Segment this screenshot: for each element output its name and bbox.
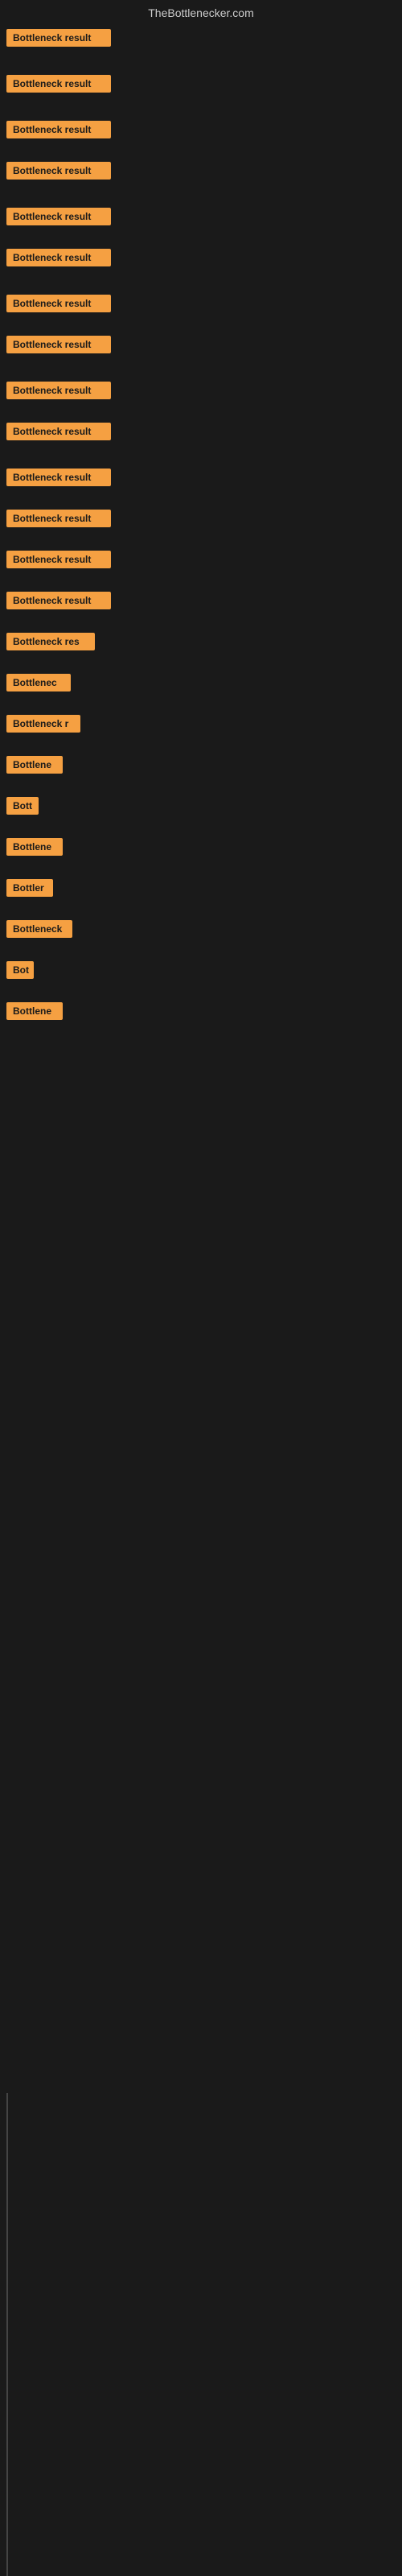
bottleneck-badge-17[interactable]: Bottleneck r <box>6 715 80 733</box>
list-item[interactable]: Bott <box>3 797 399 819</box>
results-list: Bottleneck result Bottleneck result Bott… <box>0 29 402 1024</box>
list-item[interactable]: Bottlene <box>3 756 399 778</box>
list-item[interactable]: Bottleneck result <box>3 423 399 444</box>
list-item[interactable]: Bottleneck result <box>3 469 399 490</box>
empty-space <box>0 1030 402 1352</box>
bottleneck-badge-10[interactable]: Bottleneck result <box>6 423 111 440</box>
bottleneck-badge-5[interactable]: Bottleneck result <box>6 208 111 225</box>
list-item[interactable]: Bottleneck result <box>3 249 399 270</box>
bottleneck-badge-13[interactable]: Bottleneck result <box>6 551 111 568</box>
bottleneck-badge-3[interactable]: Bottleneck result <box>6 121 111 138</box>
bottleneck-badge-7[interactable]: Bottleneck result <box>6 295 111 312</box>
bottleneck-badge-1[interactable]: Bottleneck result <box>6 29 111 47</box>
list-item[interactable]: Bottleneck result <box>3 336 399 357</box>
bottleneck-badge-23[interactable]: Bot <box>6 961 34 979</box>
bottleneck-badge-21[interactable]: Bottler <box>6 879 53 897</box>
vertical-line-decoration <box>6 2093 8 2576</box>
bottleneck-badge-16[interactable]: Bottlenec <box>6 674 71 691</box>
bottleneck-badge-12[interactable]: Bottleneck result <box>6 510 111 527</box>
list-item[interactable]: Bottleneck <box>3 920 399 942</box>
list-item[interactable]: Bottleneck result <box>3 295 399 316</box>
bottleneck-badge-2[interactable]: Bottleneck result <box>6 75 111 93</box>
bottleneck-badge-19[interactable]: Bott <box>6 797 39 815</box>
list-item[interactable]: Bottleneck result <box>3 551 399 572</box>
bottleneck-badge-15[interactable]: Bottleneck res <box>6 633 95 650</box>
list-item[interactable]: Bottleneck result <box>3 382 399 403</box>
bottleneck-badge-11[interactable]: Bottleneck result <box>6 469 111 486</box>
bottleneck-badge-6[interactable]: Bottleneck result <box>6 249 111 266</box>
list-item[interactable]: Bottlenec <box>3 674 399 696</box>
bottleneck-badge-14[interactable]: Bottleneck result <box>6 592 111 609</box>
list-item[interactable]: Bottleneck result <box>3 121 399 142</box>
list-item[interactable]: Bottleneck r <box>3 715 399 737</box>
list-item[interactable]: Bottler <box>3 879 399 901</box>
list-item[interactable]: Bottleneck result <box>3 592 399 613</box>
list-item[interactable]: Bottleneck result <box>3 510 399 531</box>
bottleneck-badge-24[interactable]: Bottlene <box>6 1002 63 1020</box>
bottleneck-badge-9[interactable]: Bottleneck result <box>6 382 111 399</box>
bottleneck-badge-18[interactable]: Bottlene <box>6 756 63 774</box>
site-title: TheBottlenecker.com <box>0 0 402 29</box>
list-item[interactable]: Bottlene <box>3 838 399 860</box>
bottleneck-badge-4[interactable]: Bottleneck result <box>6 162 111 180</box>
list-item[interactable]: Bot <box>3 961 399 983</box>
list-item[interactable]: Bottleneck res <box>3 633 399 654</box>
list-item[interactable]: Bottleneck result <box>3 208 399 229</box>
bottleneck-badge-20[interactable]: Bottlene <box>6 838 63 856</box>
bottleneck-badge-8[interactable]: Bottleneck result <box>6 336 111 353</box>
list-item[interactable]: Bottleneck result <box>3 75 399 97</box>
list-item[interactable]: Bottleneck result <box>3 162 399 184</box>
list-item[interactable]: Bottleneck result <box>3 29 399 51</box>
list-item[interactable]: Bottlene <box>3 1002 399 1024</box>
bottleneck-badge-22[interactable]: Bottleneck <box>6 920 72 938</box>
